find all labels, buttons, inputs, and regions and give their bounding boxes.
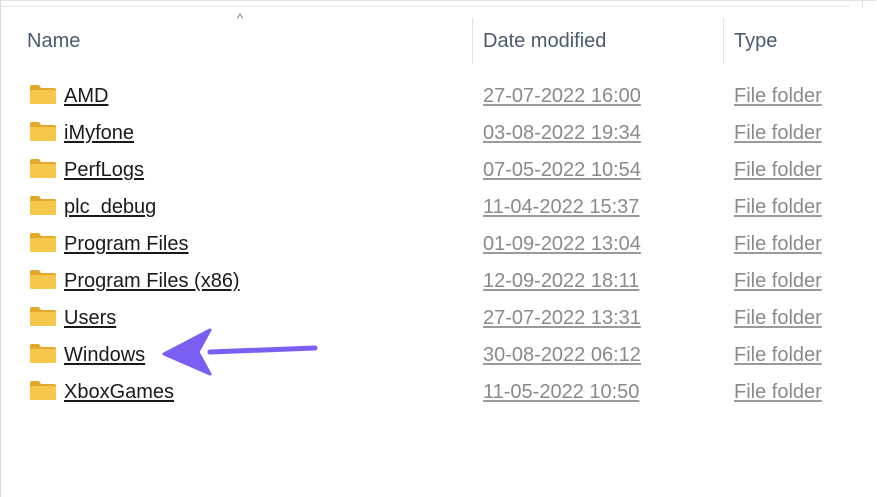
column-header-date-modified[interactable]: Date modified [483, 30, 606, 53]
folder-icon [30, 122, 56, 141]
file-row[interactable]: Program Files 01-09-2022 13:04 File folder [0, 227, 877, 264]
file-row[interactable]: Windows 30-08-2022 06:12 File folder [0, 338, 877, 375]
file-name[interactable]: iMyfone [64, 121, 134, 145]
scrollbar-edge [862, 0, 863, 8]
file-name[interactable]: Users [64, 306, 116, 330]
folder-icon [30, 196, 56, 215]
file-row[interactable]: AMD 27-07-2022 16:00 File folder [0, 79, 877, 116]
file-type: File folder [734, 344, 822, 366]
file-row[interactable]: iMyfone 03-08-2022 19:34 File folder [0, 116, 877, 153]
file-type: File folder [734, 85, 822, 107]
file-row[interactable]: Program Files (x86) 12-09-2022 18:11 File … [0, 264, 877, 301]
date-modified: 11-05-2022 10:50 [483, 381, 640, 403]
date-modified: 12-09-2022 18:11 [483, 270, 640, 292]
file-name[interactable]: XboxGames [64, 380, 174, 404]
file-type: File folder [734, 233, 822, 255]
file-type: File folder [734, 270, 822, 292]
file-row[interactable]: Users 27-07-2022 13:31 File folder [0, 301, 877, 338]
date-modified: 03-08-2022 19:34 [483, 122, 641, 144]
column-divider[interactable] [723, 18, 724, 64]
date-modified: 27-07-2022 13:31 [483, 307, 641, 329]
column-divider[interactable] [472, 18, 473, 64]
file-type: File folder [734, 196, 822, 218]
date-modified: 30-08-2022 06:12 [483, 344, 641, 366]
date-modified: 11-04-2022 15:37 [483, 196, 640, 218]
date-modified: 27-07-2022 16:00 [483, 85, 641, 107]
file-type: File folder [734, 122, 822, 144]
folder-icon [30, 85, 56, 104]
file-name[interactable]: Program Files (x86) [64, 269, 240, 293]
folder-icon [30, 233, 56, 252]
file-row[interactable]: PerfLogs 07-05-2022 10:54 File folder [0, 153, 877, 190]
file-row[interactable]: XboxGames 11-05-2022 10:50 File folder [0, 375, 877, 412]
folder-icon [30, 159, 56, 178]
file-type: File folder [734, 159, 822, 181]
column-header-type[interactable]: Type [734, 30, 777, 53]
file-name[interactable]: PerfLogs [64, 158, 144, 182]
file-type: File folder [734, 381, 822, 403]
folder-icon [30, 381, 56, 400]
file-name[interactable]: Windows [64, 343, 145, 367]
folder-icon [30, 270, 56, 289]
file-name[interactable]: AMD [64, 84, 108, 108]
arrow-left-icon [162, 328, 318, 376]
folder-icon [30, 307, 56, 326]
column-header-row: Name Date modified Type [0, 18, 877, 64]
date-modified: 01-09-2022 13:04 [483, 233, 641, 255]
folder-icon [30, 344, 56, 363]
file-type: File folder [734, 307, 822, 329]
file-name[interactable]: plc_debug [64, 195, 156, 219]
file-row[interactable]: plc_debug 11-04-2022 15:37 File folder [0, 190, 877, 227]
column-header-name[interactable]: Name [27, 30, 80, 53]
toolbar-divider [0, 6, 850, 7]
sort-ascending-icon: ^ [237, 11, 244, 26]
date-modified: 07-05-2022 10:54 [483, 159, 641, 181]
file-name[interactable]: Program Files [64, 232, 188, 256]
